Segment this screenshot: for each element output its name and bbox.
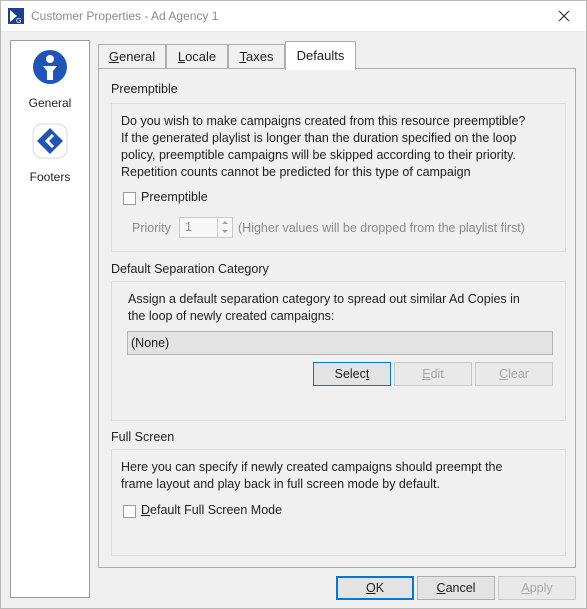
description-line: If the generated playlist is longer than… [121, 131, 517, 145]
tab-accel: G [108, 49, 119, 64]
stepper-down-icon[interactable] [218, 227, 232, 236]
window-title: Customer Properties - Ad Agency 1 [31, 9, 219, 23]
description-line: frame layout and play back in full scree… [121, 477, 440, 491]
fullscreen-checkbox-label[interactable]: Default Full Screen Mode [141, 503, 282, 517]
tab-label: ocale [185, 49, 217, 64]
description-line: Here you can specify if newly created ca… [121, 460, 503, 474]
button-label: Selec [334, 367, 366, 381]
priority-value: 1 [185, 220, 192, 234]
button-accel: C [436, 581, 446, 595]
fullscreen-checkbox[interactable] [123, 505, 136, 518]
tab-label: eneral [118, 49, 156, 64]
tab-general[interactable]: General [98, 44, 166, 69]
fullscreen-description: Here you can specify if newly created ca… [121, 459, 502, 493]
priority-label: Priority [132, 221, 171, 235]
preemptible-checkbox[interactable] [123, 192, 136, 205]
tab-label: Defaults [296, 48, 345, 63]
button-accel: t [365, 367, 370, 381]
sidebar-item-general[interactable]: General [11, 49, 89, 110]
description-line: the loop of newly created campaigns: [128, 309, 335, 323]
button-label: ancel [445, 581, 476, 595]
button-accel: A [521, 581, 530, 595]
preemptible-section-title: Preemptible [111, 82, 178, 96]
sidebar-item-label: General [28, 96, 72, 110]
fullscreen-section-title: Full Screen [111, 430, 175, 444]
edit-button[interactable]: Edit [394, 362, 472, 386]
button-accel: C [499, 367, 509, 381]
priority-stepper[interactable]: 1 [179, 217, 233, 238]
apply-button[interactable]: Apply [498, 576, 576, 600]
preemptible-description: Do you wish to make campaigns created fr… [121, 113, 525, 181]
clear-button[interactable]: Clear [475, 362, 553, 386]
button-label: pply [529, 581, 553, 595]
checkbox-label-text: efault Full Screen Mode [150, 503, 283, 517]
preemptible-group: Do you wish to make campaigns created fr… [111, 103, 566, 252]
select-button[interactable]: Select [313, 362, 391, 386]
description-line: policy, preemptible campaigns will be sk… [121, 148, 516, 162]
button-label: K [375, 581, 385, 595]
stepper-buttons [217, 218, 232, 237]
close-icon[interactable] [541, 0, 587, 32]
tab-locale[interactable]: Locale [166, 44, 228, 69]
tab-defaults[interactable]: Defaults [285, 41, 356, 70]
info-person-icon [33, 50, 67, 84]
checkbox-accel: D [141, 503, 151, 517]
description-line: Do you wish to make campaigns created fr… [121, 114, 526, 128]
separation-description: Assign a default separation category to … [128, 291, 520, 325]
button-label: lear [508, 367, 529, 381]
button-label: dit [430, 367, 444, 381]
title-bar: G Customer Properties - Ad Agency 1 [0, 0, 587, 32]
svg-text:G: G [16, 17, 21, 24]
button-accel: E [422, 367, 431, 381]
fullscreen-group: Here you can specify if newly created ca… [111, 449, 566, 556]
sidebar-item-footers[interactable]: Footers [11, 123, 89, 184]
description-line: Assign a default separation category to … [128, 292, 520, 306]
priority-hint: (Higher values will be dropped from the … [238, 221, 525, 235]
cancel-button[interactable]: Cancel [417, 576, 495, 600]
stepper-up-icon[interactable] [218, 218, 232, 227]
defaults-panel: Preemptible Do you wish to make campaign… [98, 68, 576, 568]
separation-category-field: (None) [127, 331, 553, 355]
preemptible-checkbox-label[interactable]: Preemptible [141, 190, 208, 204]
tab-taxes[interactable]: Taxes [228, 44, 285, 69]
app-icon: G [8, 8, 24, 24]
separation-section-title: Default Separation Category [111, 262, 269, 276]
tab-accel: L [177, 49, 186, 64]
tab-label: axes [246, 49, 274, 64]
description-line: Repetition counts cannot be predicted fo… [121, 165, 471, 179]
sidebar: General Footers [10, 40, 90, 598]
sidebar-item-label: Footers [29, 170, 71, 184]
diamond-chevron-icon [32, 123, 68, 159]
ok-button[interactable]: OK [336, 576, 414, 600]
button-accel: O [365, 581, 376, 595]
